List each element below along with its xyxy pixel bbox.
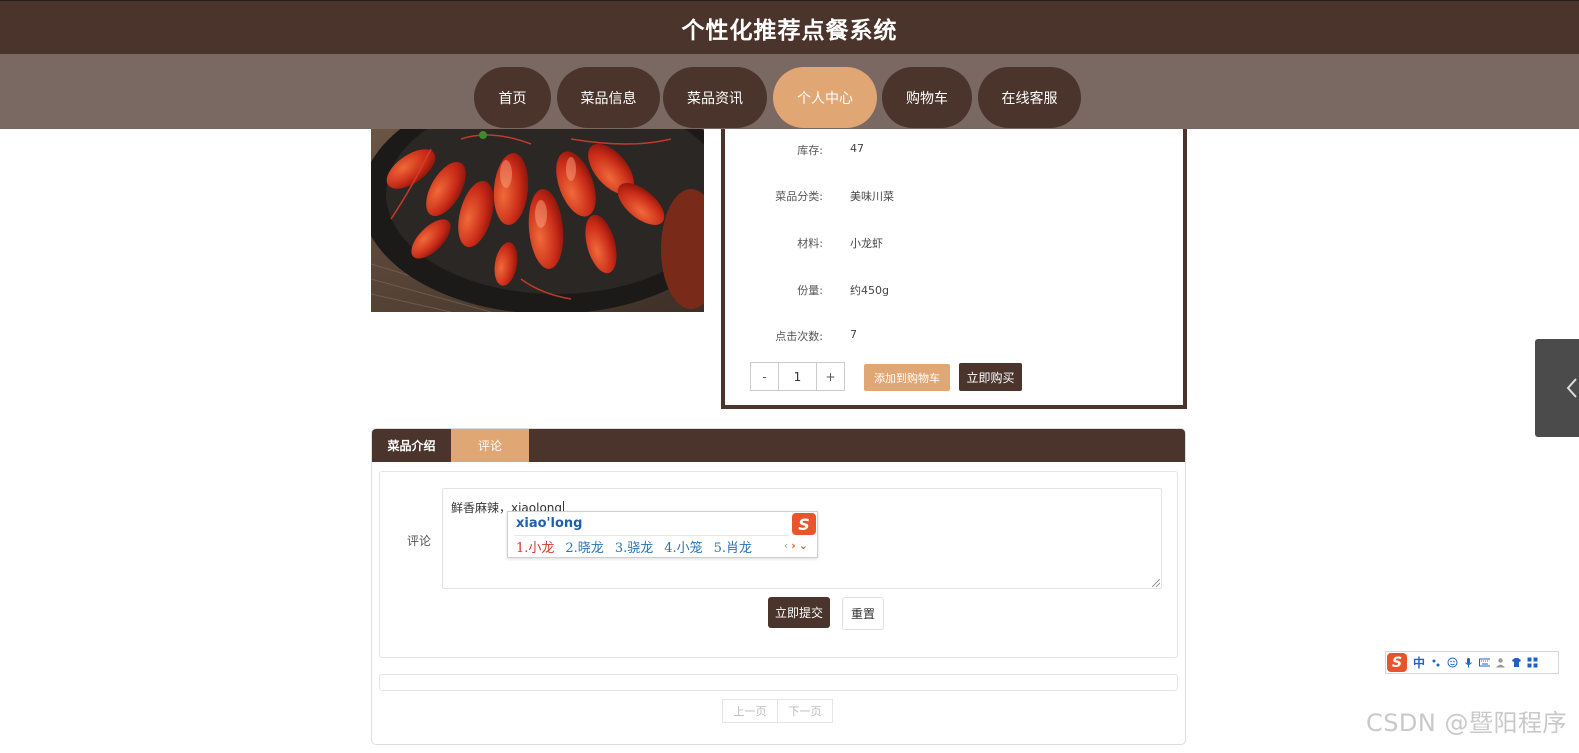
ime-candidate[interactable]: 1.小龙 (516, 537, 554, 556)
ime-mode-indicator[interactable]: 中 (1413, 654, 1425, 671)
detail-row-portion: 份量: 约450g (725, 282, 1183, 302)
tab-dish-intro[interactable]: 菜品介绍 (372, 429, 451, 462)
detail-value: 7 (850, 328, 857, 341)
watermark: CSDN @暨阳程序 (1365, 709, 1567, 737)
tab-bar: 菜品介绍 评论 (372, 429, 1185, 462)
site-title: 个性化推荐点餐系统 (681, 18, 898, 44)
chevron-down-icon[interactable]: ⌄ (799, 539, 811, 552)
chevron-left-icon (1566, 378, 1577, 398)
quantity-stepper: - 1 + (750, 362, 845, 391)
ime-divider (514, 535, 789, 536)
ime-page-nav: ‹›⌄ (784, 539, 811, 552)
detail-row-clicks: 点击次数: 7 (725, 328, 1183, 348)
resize-handle-icon[interactable] (1152, 579, 1160, 587)
ime-toolbar: S 中 (1385, 651, 1559, 674)
detail-label: 菜品分类: (775, 190, 823, 203)
dish-tab-panel: 菜品介绍 评论 评论 鲜香麻辣，xiaolong 立即提交 重置 上一页 下一页 (371, 428, 1186, 745)
comment-list (379, 674, 1178, 691)
ime-candidate[interactable]: 5.肖龙 (714, 537, 752, 556)
detail-row-material: 材料: 小龙虾 (725, 235, 1183, 255)
comment-form: 评论 鲜香麻辣，xiaolong 立即提交 重置 (379, 471, 1178, 658)
quantity-increase-button[interactable]: + (816, 362, 845, 391)
detail-value: 约450g (850, 284, 889, 297)
toolbox-grid-icon[interactable] (1527, 657, 1538, 668)
skin-shirt-icon[interactable] (1511, 657, 1522, 668)
chevron-right-icon[interactable]: › (791, 539, 799, 552)
emoji-icon[interactable] (1447, 657, 1458, 668)
user-icon[interactable] (1495, 657, 1506, 668)
nav-item-personal-center[interactable]: 个人中心 (773, 67, 877, 128)
sogou-logo-icon[interactable]: S (1387, 653, 1407, 672)
buy-now-button[interactable]: 立即购买 (959, 363, 1022, 391)
nav-item-online-service[interactable]: 在线客服 (978, 67, 1081, 128)
quantity-input[interactable]: 1 (779, 362, 816, 391)
product-image (371, 129, 704, 312)
product-detail-panel: 库存: 47 菜品分类: 美味川菜 材料: 小龙虾 份量: 约450g 点击次数… (721, 129, 1187, 409)
detail-row-category: 菜品分类: 美味川菜 (725, 188, 1183, 208)
detail-label: 库存: (797, 144, 823, 157)
detail-label: 份量: (797, 284, 823, 297)
microphone-icon[interactable] (1463, 657, 1474, 668)
pagination: 上一页 下一页 (722, 699, 833, 723)
keyboard-icon[interactable] (1479, 657, 1491, 668)
punctuation-icon[interactable] (1431, 657, 1442, 668)
detail-label: 点击次数: (775, 330, 823, 343)
detail-label: 材料: (797, 237, 823, 250)
nav-item-home[interactable]: 首页 (474, 67, 551, 128)
detail-value: 小龙虾 (850, 237, 883, 250)
ime-candidate[interactable]: 4.小笼 (664, 537, 702, 556)
nav-item-dish-news[interactable]: 菜品资讯 (663, 67, 767, 128)
ime-candidate-window: xiao'long 1.小龙 2.晓龙 3.骁龙 4.小笼 5.肖龙 S ‹›⌄ (507, 511, 818, 558)
reset-button[interactable]: 重置 (842, 597, 884, 630)
ime-candidate-list: 1.小龙 2.晓龙 3.骁龙 4.小笼 5.肖龙 (516, 537, 752, 556)
detail-row-stock: 库存: 47 (725, 142, 1183, 162)
ime-pinyin: xiao'long (516, 516, 583, 531)
ime-candidate[interactable]: 2.晓龙 (565, 537, 603, 556)
top-header: 个性化推荐点餐系统 (0, 0, 1579, 55)
main-nav: 首页 菜品信息 菜品资讯 个人中心 购物车 在线客服 (0, 54, 1579, 129)
sogou-logo-icon: S (792, 513, 816, 535)
comment-label: 评论 (407, 534, 432, 548)
nav-item-cart[interactable]: 购物车 (882, 67, 972, 128)
nav-item-dish-info[interactable]: 菜品信息 (557, 67, 660, 128)
submit-comment-button[interactable]: 立即提交 (768, 597, 830, 628)
add-to-cart-button[interactable]: 添加到购物车 (864, 364, 950, 391)
detail-value: 47 (850, 142, 864, 155)
quantity-decrease-button[interactable]: - (750, 362, 779, 391)
prev-page-button[interactable]: 上一页 (722, 699, 778, 723)
ime-candidate[interactable]: 3.骁龙 (615, 537, 653, 556)
tab-comments[interactable]: 评论 (451, 429, 529, 462)
detail-value: 美味川菜 (850, 190, 894, 203)
next-page-button[interactable]: 下一页 (778, 699, 833, 723)
side-panel-toggle[interactable] (1535, 339, 1579, 437)
